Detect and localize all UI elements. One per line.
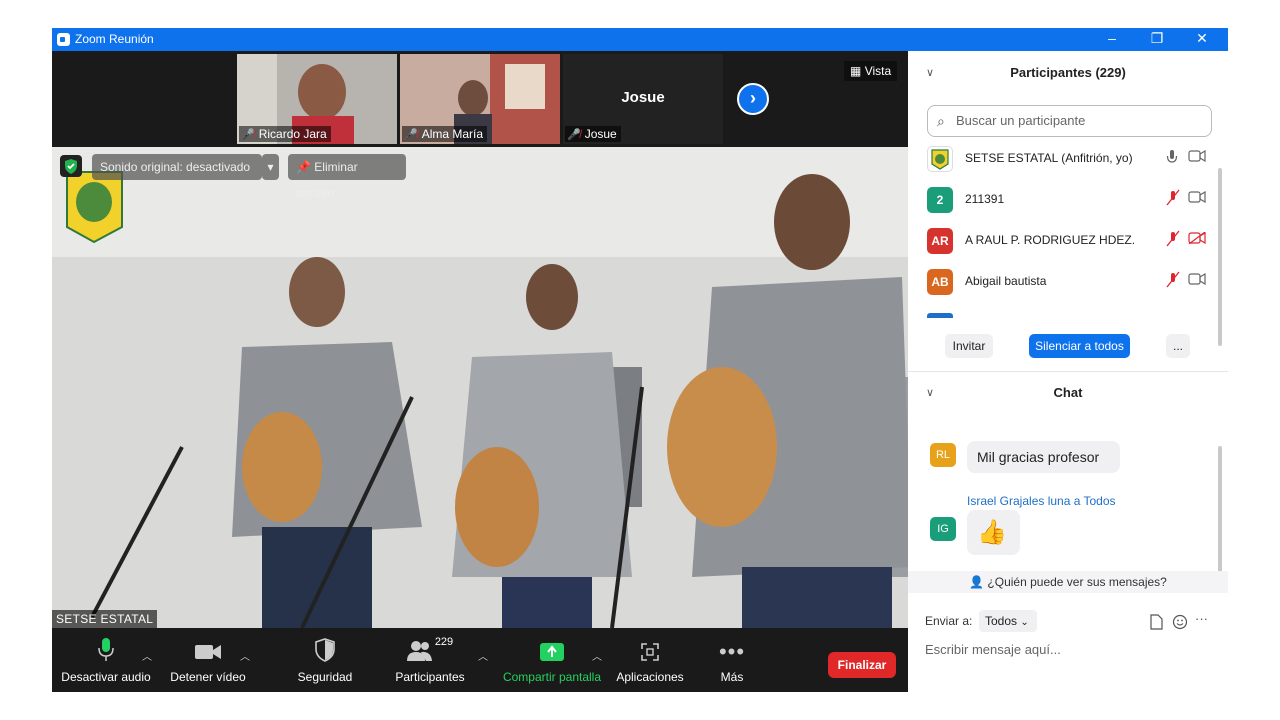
chevron-down-icon: ⌄	[1020, 617, 1029, 628]
participants-header[interactable]: ∨ Participantes (229)	[908, 60, 1228, 86]
encryption-shield-icon	[60, 155, 82, 177]
video-options-caret[interactable]: ︿	[240, 648, 250, 663]
person-info-icon: 👤	[969, 575, 985, 589]
view-button[interactable]: ▦ Vista	[844, 61, 898, 81]
participants-icon	[406, 641, 432, 661]
mic-muted-icon[interactable]	[1166, 189, 1180, 207]
avatar: RL	[930, 443, 956, 467]
close-button[interactable]: ✕	[1179, 28, 1225, 51]
share-options-caret[interactable]: ︿	[592, 648, 602, 663]
video-camera-icon[interactable]	[1188, 191, 1206, 203]
apps-button[interactable]: Aplicaciones	[614, 628, 686, 692]
chat-message-text: Mil gracias profesor	[977, 449, 1100, 465]
end-meeting-button[interactable]: Finalizar	[828, 652, 896, 678]
minimize-button[interactable]: –	[1089, 28, 1135, 51]
video-tile-josue[interactable]: Josue 🎤̸ Josue	[563, 54, 723, 144]
participant-row[interactable]: AR A RAUL P. RODRIGUEZ HDEZ.	[927, 228, 1212, 258]
avatar	[927, 146, 953, 172]
mic-muted-icon: 🎤̸	[241, 129, 255, 141]
speaker-name-label: SETSE ESTATAL	[52, 610, 158, 628]
pin-icon: 📌	[296, 160, 311, 174]
mic-muted-icon: 🎤̸	[567, 129, 581, 141]
participants-scrollbar[interactable]	[1218, 168, 1222, 346]
mute-audio-button[interactable]: Desactivar audio	[60, 628, 152, 692]
participant-name-label: 🎤̸ Ricardo Jara	[239, 126, 331, 142]
microphone-icon[interactable]	[1166, 148, 1178, 166]
share-screen-button[interactable]: Compartir pantalla	[500, 628, 604, 692]
microphone-icon	[98, 638, 114, 661]
apps-icon	[641, 643, 659, 661]
search-icon: ⌕	[937, 113, 945, 129]
mic-muted-icon[interactable]	[1166, 271, 1180, 289]
video-camera-icon	[195, 645, 221, 659]
restore-button[interactable]: ❐	[1134, 28, 1180, 51]
avatar: AB	[927, 269, 953, 295]
stop-video-button[interactable]: Detener vídeo	[168, 628, 248, 692]
thumbnail-strip: 🎤̸ Ricardo Jara 🎤̸ Alma María Josue 🎤̸ Josu…	[52, 51, 908, 147]
chat-sender: Israel Grajales luna a Todos	[967, 494, 1116, 508]
who-can-see-link[interactable]: 👤 ¿Quién puede ver sus mensajes?	[908, 571, 1228, 593]
video-camera-icon[interactable]	[1188, 273, 1206, 285]
mic-muted-icon: 🎤̸	[404, 129, 418, 141]
thumbs-up-emoji: 👍	[977, 519, 1007, 546]
chat-header[interactable]: ∨ Chat	[908, 380, 1228, 406]
title-bar: Zoom Reunión – ❐ ✕	[52, 28, 1228, 51]
chevron-down-icon: ∨	[926, 67, 935, 79]
participant-center-name: Josue	[621, 89, 665, 106]
participant-name-label: 🎤̸ Alma María	[402, 126, 488, 142]
audio-options-caret[interactable]: ︿	[142, 648, 152, 663]
file-icon[interactable]	[1149, 614, 1163, 630]
mic-muted-icon[interactable]	[1166, 230, 1180, 248]
video-area: 🎤̸ Ricardo Jara 🎤̸ Alma María Josue 🎤̸ Josu…	[52, 51, 908, 628]
chat-more-icon[interactable]: ···	[1195, 611, 1208, 626]
avatar: AR	[927, 228, 953, 254]
participants-count: 229	[434, 636, 454, 648]
chevron-down-icon: ▾	[267, 160, 274, 174]
participants-options-caret[interactable]: ︿	[478, 648, 488, 663]
unpin-button[interactable]: 📌 Eliminar anclaje	[288, 154, 406, 200]
more-options-button[interactable]: ...	[1166, 334, 1190, 358]
video-tile-ricardo[interactable]: 🎤̸ Ricardo Jara	[237, 54, 397, 144]
chat-bubble: 👍	[967, 510, 1020, 555]
more-button[interactable]: ••• Más	[708, 628, 756, 692]
chevron-down-icon: ∨	[926, 387, 935, 399]
video-camera-icon[interactable]	[1188, 150, 1206, 162]
original-sound-toggle[interactable]: Sonido original: desactivado	[92, 154, 262, 180]
participant-search-input[interactable]: ⌕ Buscar un participante	[927, 105, 1212, 137]
zoom-window: Zoom Reunión – ❐ ✕ 🎤̸ Ricardo Jara 🎤̸ Al…	[52, 28, 1228, 692]
musicians-video-feed	[52, 147, 908, 628]
zoom-app-icon	[57, 33, 70, 46]
send-to-dropdown[interactable]: Todos ⌄	[979, 610, 1037, 632]
security-button[interactable]: Seguridad	[292, 628, 358, 692]
mute-all-button[interactable]: Silenciar a todos	[1029, 334, 1130, 358]
send-to-label: Enviar a:	[925, 614, 973, 628]
chat-bubble: Mil gracias profesor	[967, 441, 1120, 473]
partial-avatar	[927, 313, 953, 318]
side-panel: ∨ Participantes (229) ⌕ Buscar un particip…	[908, 51, 1228, 692]
more-dots-icon: •••	[718, 639, 746, 664]
original-sound-dropdown[interactable]: ▾	[262, 154, 279, 180]
window-title: Zoom Reunión	[75, 32, 154, 46]
participant-row[interactable]: SETSE ESTATAL (Anfitrión, yo)	[927, 146, 1212, 176]
meeting-toolbar: Desactivar audio ︿ Detener vídeo ︿ Segur…	[52, 628, 908, 692]
chat-message-input[interactable]: Escribir mensaje aquí...	[925, 642, 1061, 657]
divider	[908, 371, 1228, 372]
emoji-icon[interactable]	[1172, 614, 1188, 630]
grid-icon: ▦	[850, 64, 862, 78]
video-tile-alma[interactable]: 🎤̸ Alma María	[400, 54, 560, 144]
participants-button[interactable]: 229 Participantes	[392, 628, 468, 692]
participant-row[interactable]: AB Abigail bautista	[927, 269, 1212, 299]
active-speaker-video: Sonido original: desactivado ▾ 📌 Elimina…	[52, 147, 908, 628]
participant-row[interactable]: 2 211391	[927, 187, 1212, 217]
shield-icon	[315, 638, 335, 662]
video-off-icon[interactable]	[1188, 232, 1206, 244]
share-screen-icon	[540, 643, 564, 661]
participant-name-label: 🎤̸ Josue	[565, 126, 621, 142]
invite-button[interactable]: Invitar	[945, 334, 993, 358]
avatar: 2	[927, 187, 953, 213]
avatar: IG	[930, 517, 956, 541]
next-page-button[interactable]: ›	[737, 83, 769, 115]
chat-scrollbar[interactable]	[1218, 446, 1222, 573]
